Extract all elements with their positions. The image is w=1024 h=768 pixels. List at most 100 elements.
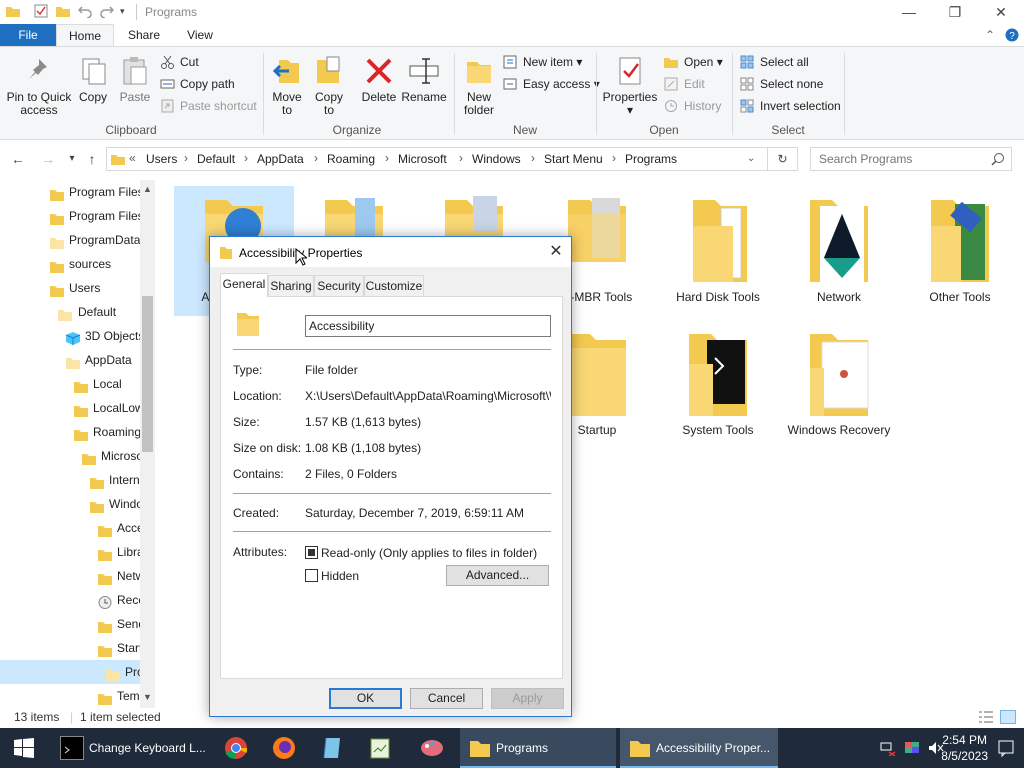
invert-selection-button[interactable]: Invert selection: [740, 96, 841, 116]
taskbar-properties-button[interactable]: Accessibility Proper...: [620, 728, 778, 768]
folder-item-hard-disk-tools[interactable]: Hard Disk Tools: [658, 186, 778, 304]
cut-button[interactable]: Cut: [160, 52, 199, 72]
breadcrumb-programs[interactable]: Programs: [625, 152, 677, 166]
chrome-icon[interactable]: [224, 736, 248, 760]
search-box[interactable]: [810, 147, 1012, 171]
hidden-label[interactable]: Hidden: [321, 569, 359, 583]
easy-access-label: Easy access: [523, 77, 591, 91]
overflow-chevron[interactable]: «: [129, 151, 136, 165]
readonly-checkbox[interactable]: [305, 546, 318, 559]
apply-button[interactable]: Apply: [491, 688, 564, 709]
up-button[interactable]: ↑: [82, 149, 102, 169]
breadcrumb-windows[interactable]: Windows: [472, 152, 521, 166]
close-button[interactable]: ✕: [978, 0, 1024, 24]
properties-icon[interactable]: [34, 4, 48, 18]
edit-button[interactable]: Edit: [664, 74, 705, 94]
undo-icon[interactable]: [77, 4, 92, 19]
scroll-down-icon[interactable]: ▼: [140, 690, 155, 705]
address-history-chevron-icon[interactable]: ⌄: [747, 153, 755, 164]
address-bar[interactable]: « Users › Default › AppData › Roaming › …: [106, 147, 768, 171]
open-button[interactable]: Open ▾: [664, 52, 723, 72]
new-folder-button[interactable]: New folder: [458, 55, 500, 117]
tab-file[interactable]: File: [0, 24, 56, 46]
ok-button[interactable]: OK: [329, 688, 402, 709]
cancel-button[interactable]: Cancel: [410, 688, 483, 709]
tab-general[interactable]: General: [220, 273, 268, 297]
notifications-icon[interactable]: [996, 738, 1016, 758]
recent-locations-chevron-icon[interactable]: ▾: [62, 149, 82, 169]
advanced-button[interactable]: Advanced...: [446, 565, 549, 586]
maximize-button[interactable]: ❐: [932, 0, 978, 24]
firefox-icon[interactable]: [272, 736, 296, 760]
nav-item-selected[interactable]: Programs: [0, 660, 155, 684]
nav-scrollbar-thumb[interactable]: [142, 296, 153, 452]
breadcrumb-users[interactable]: Users: [146, 152, 177, 166]
dialog-close-button[interactable]: ✕: [541, 237, 571, 267]
hidden-checkbox[interactable]: [305, 569, 318, 582]
tab-security[interactable]: Security: [314, 275, 364, 296]
breadcrumb-appdata[interactable]: AppData: [257, 152, 304, 166]
clock-date: 8/5/2023: [941, 749, 988, 763]
folder-item-windows-recovery[interactable]: Windows Recovery: [779, 324, 899, 437]
breadcrumb-start-menu[interactable]: Start Menu: [544, 152, 603, 166]
chevron-up-icon[interactable]: ⌃: [982, 24, 998, 46]
minimize-button[interactable]: —: [886, 0, 932, 24]
large-icons-view-icon[interactable]: [1000, 710, 1016, 724]
new-folder-icon[interactable]: [56, 4, 70, 18]
paste-shortcut-button[interactable]: Paste shortcut: [160, 96, 257, 116]
breadcrumb-microsoft[interactable]: Microsoft: [398, 152, 447, 166]
forward-button[interactable]: →: [38, 149, 58, 169]
details-view-icon[interactable]: [978, 710, 994, 724]
refresh-button[interactable]: ↻: [768, 147, 798, 171]
rename-button[interactable]: Rename: [400, 55, 448, 104]
easy-access-button[interactable]: Easy access ▾: [503, 74, 600, 94]
tab-sharing[interactable]: Sharing: [268, 275, 314, 296]
taskbar-cmd-button[interactable]: Change Keyboard L...: [52, 728, 210, 768]
folder-item-system-tools[interactable]: System Tools: [658, 324, 778, 437]
pin-to-quick-access-button[interactable]: Pin to Quick access: [4, 55, 74, 117]
network-icon[interactable]: [880, 740, 896, 757]
customize-toolbar-chevron-icon[interactable]: ▾: [120, 4, 134, 18]
folder-name-field[interactable]: Accessibility: [305, 315, 551, 337]
readonly-label[interactable]: Read-only (Only applies to files in fold…: [321, 546, 537, 560]
folder-item-other-tools[interactable]: Other Tools: [900, 186, 1020, 304]
breadcrumb-roaming[interactable]: Roaming: [327, 152, 375, 166]
breadcrumb-default[interactable]: Default: [197, 152, 235, 166]
select-none-button[interactable]: Select none: [740, 74, 823, 94]
folder-icon: [111, 152, 125, 166]
help-icon[interactable]: ?: [1004, 24, 1020, 46]
select-all-button[interactable]: Select all: [740, 52, 809, 72]
taskbar-programs-button[interactable]: Programs: [460, 728, 616, 768]
copy-path-button[interactable]: Copy path: [160, 74, 235, 94]
back-button[interactable]: ←: [8, 149, 28, 169]
paint-icon[interactable]: [420, 736, 444, 760]
folder-icon: [74, 401, 88, 417]
type-label: Type:: [233, 363, 263, 377]
copy-button[interactable]: Copy: [74, 55, 112, 104]
properties-button[interactable]: Properties ▾: [600, 55, 660, 117]
new-item-button[interactable]: New item ▾: [503, 52, 582, 72]
divider: [233, 493, 551, 494]
display-icon[interactable]: [904, 740, 920, 756]
paste-label: Paste: [119, 90, 151, 104]
delete-button[interactable]: Delete: [358, 55, 400, 104]
search-input[interactable]: [811, 148, 981, 170]
tab-customize[interactable]: Customize: [364, 275, 424, 296]
redo-icon[interactable]: [100, 4, 115, 19]
start-button[interactable]: [0, 728, 48, 768]
history-button[interactable]: History: [664, 96, 721, 116]
scroll-up-icon[interactable]: ▲: [140, 182, 155, 197]
notepad-icon[interactable]: [368, 736, 392, 760]
folder-item-network[interactable]: Network: [779, 186, 899, 304]
tab-view[interactable]: View: [178, 24, 222, 46]
select-all-icon: [740, 55, 755, 69]
clock[interactable]: 2:54 PM 8/5/2023: [941, 732, 988, 764]
dialog-title-bar[interactable]: Accessibility Properties ✕: [210, 237, 571, 267]
copy-to-button[interactable]: Copy to: [310, 55, 348, 117]
app-icon[interactable]: [320, 736, 344, 760]
move-to-button[interactable]: Move to: [268, 55, 306, 117]
tab-share[interactable]: Share: [120, 24, 168, 46]
invert-selection-icon: [740, 99, 755, 113]
paste-button[interactable]: Paste: [116, 55, 154, 104]
tab-home[interactable]: Home: [56, 24, 114, 46]
